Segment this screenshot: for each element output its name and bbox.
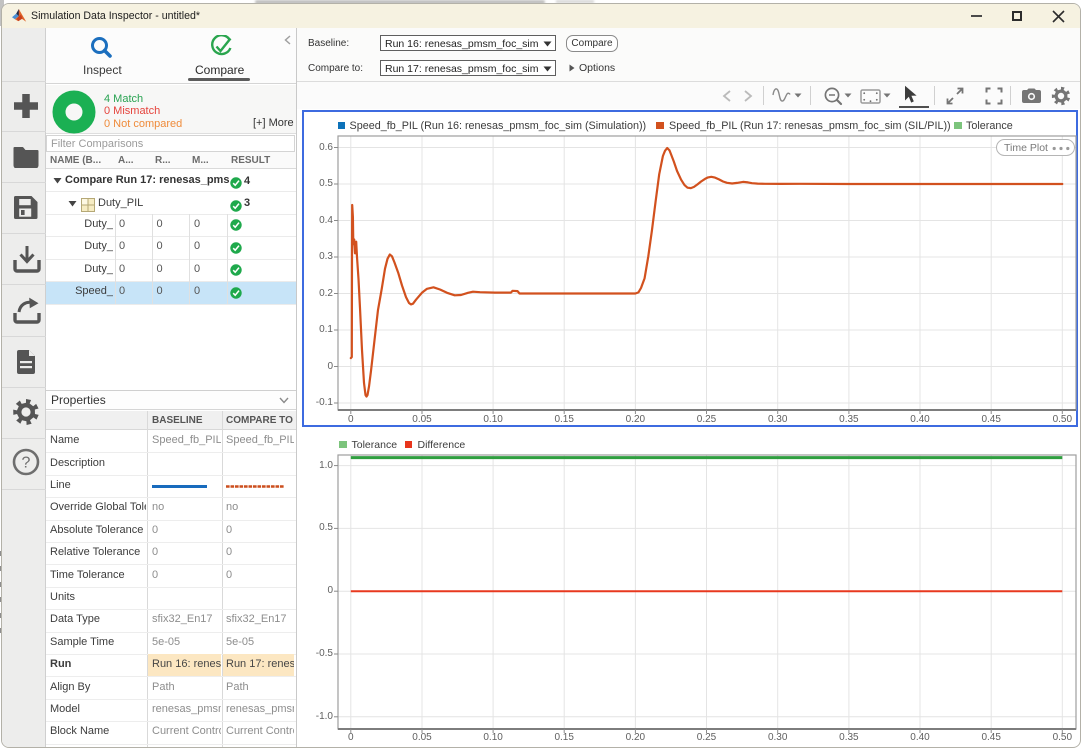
- svg-text:?: ?: [22, 455, 31, 472]
